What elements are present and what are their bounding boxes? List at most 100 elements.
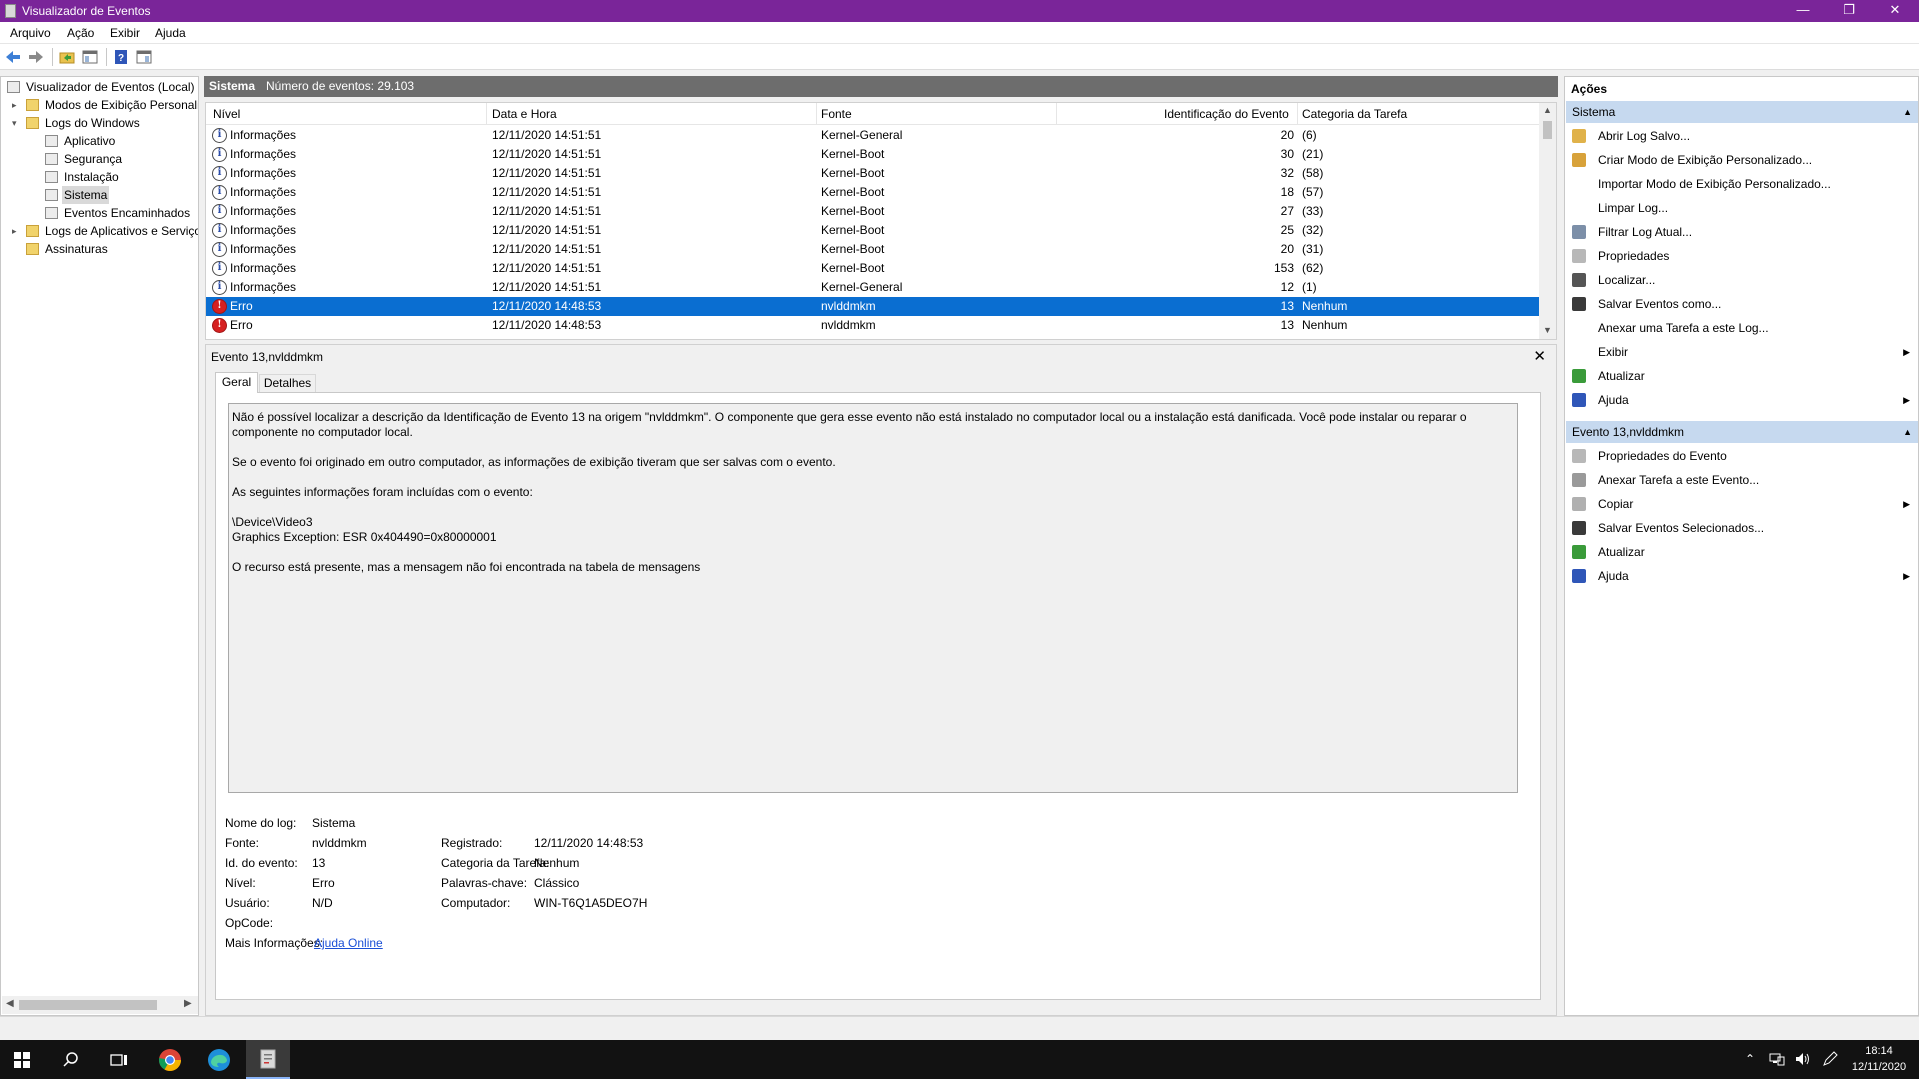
- show-hide-tree-icon[interactable]: [81, 48, 99, 66]
- event-row[interactable]: i Informações 12/11/2020 14:51:51 Kernel-Ge…: [206, 278, 1540, 297]
- event-row[interactable]: i Informações 12/11/2020 14:51:51 Kernel-Bo…: [206, 183, 1540, 202]
- actions-section-event[interactable]: Evento 13,nvlddmkm ▲: [1566, 421, 1918, 443]
- event-list-vertical-scrollbar[interactable]: ▲ ▼: [1539, 103, 1556, 339]
- collapse-arrow-icon[interactable]: ▾: [12, 114, 22, 132]
- action-item[interactable]: Importar Modo de Exibição Personalizado.…: [1566, 174, 1918, 194]
- event-description[interactable]: Não é possível localizar a descrição da …: [228, 403, 1518, 793]
- event-row[interactable]: ! Erro 12/11/2020 14:48:53 nvlddmkm 13 Nenhum: [206, 297, 1540, 316]
- help-icon[interactable]: ?: [112, 48, 130, 66]
- event-cell-source: Kernel-Boot: [821, 261, 885, 275]
- action-item[interactable]: Salvar Eventos Selecionados...: [1566, 518, 1918, 538]
- event-cell-category: (1): [1302, 280, 1317, 294]
- event-cell-datetime: 12/11/2020 14:51:51: [492, 223, 602, 237]
- action-item[interactable]: Copiar ▶: [1566, 494, 1918, 514]
- event-row[interactable]: i Informações 12/11/2020 14:51:51 Kernel-Bo…: [206, 145, 1540, 164]
- log-icon: [45, 153, 58, 165]
- column-divider[interactable]: [486, 103, 487, 125]
- toolbar-separator: [52, 48, 53, 66]
- action-item[interactable]: Propriedades: [1566, 246, 1918, 266]
- expand-arrow-icon[interactable]: ▸: [12, 222, 22, 240]
- edge-icon[interactable]: [207, 1048, 231, 1072]
- action-item[interactable]: Limpar Log...: [1566, 198, 1918, 218]
- tab-geral[interactable]: Geral: [215, 372, 258, 393]
- forward-arrow-icon[interactable]: [27, 48, 45, 66]
- event-row[interactable]: i Informações 12/11/2020 14:51:51 Kernel-Ge…: [206, 126, 1540, 145]
- minimize-button[interactable]: —: [1780, 0, 1826, 22]
- event-row[interactable]: i Informações 12/11/2020 14:51:51 Kernel-Bo…: [206, 221, 1540, 240]
- status-bar: [0, 1016, 1919, 1040]
- action-item[interactable]: Propriedades do Evento: [1566, 446, 1918, 466]
- event-cell-source: nvlddmkm: [821, 299, 876, 313]
- action-item[interactable]: Filtrar Log Atual...: [1566, 222, 1918, 242]
- scroll-right-icon[interactable]: ▶: [184, 998, 192, 1009]
- event-cell-event-id: 27: [1280, 204, 1294, 218]
- action-item[interactable]: Abrir Log Salvo...: [1566, 126, 1918, 146]
- information-icon: i: [212, 280, 227, 295]
- scroll-up-icon[interactable]: ▲: [1543, 105, 1552, 115]
- action-item[interactable]: Ajuda ▶: [1566, 390, 1918, 410]
- menu-exibir[interactable]: Exibir: [110, 26, 140, 40]
- action-item[interactable]: Exibir ▶: [1566, 342, 1918, 362]
- action-item[interactable]: Anexar Tarefa a este Evento...: [1566, 470, 1918, 490]
- scrollbar-thumb[interactable]: [1543, 121, 1552, 139]
- close-icon[interactable]: ✕: [1533, 347, 1546, 365]
- close-button[interactable]: ✕: [1872, 0, 1918, 22]
- column-header-fonte[interactable]: Fonte: [821, 107, 852, 121]
- menu-arquivo[interactable]: Arquivo: [10, 26, 51, 40]
- action-item[interactable]: Atualizar: [1566, 366, 1918, 386]
- open-folder-icon[interactable]: [58, 48, 76, 66]
- action-item[interactable]: Atualizar: [1566, 542, 1918, 562]
- action-label: Propriedades: [1598, 249, 1670, 263]
- tree-horizontal-scrollbar[interactable]: ◀ ▶: [2, 996, 198, 1014]
- menu-ajuda[interactable]: Ajuda: [155, 26, 186, 40]
- event-viewer-taskbar-button[interactable]: [246, 1040, 290, 1079]
- clock-time[interactable]: 18:14: [1851, 1045, 1907, 1057]
- column-header-event-id[interactable]: Identificação do Evento: [1164, 107, 1289, 121]
- event-row[interactable]: i Informações 12/11/2020 14:51:51 Kernel-Bo…: [206, 240, 1540, 259]
- column-divider[interactable]: [1056, 103, 1057, 125]
- event-row[interactable]: i Informações 12/11/2020 14:51:51 Kernel-Bo…: [206, 202, 1540, 221]
- event-cell-event-id: 20: [1280, 128, 1294, 142]
- back-arrow-icon[interactable]: [4, 48, 22, 66]
- scroll-down-icon[interactable]: ▼: [1543, 325, 1552, 335]
- action-item[interactable]: Localizar...: [1566, 270, 1918, 290]
- menu-acao[interactable]: Ação: [67, 26, 94, 40]
- collapse-icon[interactable]: ▲: [1903, 101, 1912, 123]
- task-view-icon[interactable]: [110, 1052, 128, 1068]
- column-header-categoria[interactable]: Categoria da Tarefa: [1302, 107, 1407, 121]
- event-cell-category: (62): [1302, 261, 1324, 275]
- column-divider[interactable]: [1297, 103, 1298, 125]
- tab-detalhes[interactable]: Detalhes: [259, 374, 316, 393]
- expand-arrow-icon[interactable]: ▸: [12, 96, 22, 114]
- chrome-icon[interactable]: [158, 1048, 182, 1072]
- event-cell-source: Kernel-General: [821, 280, 903, 294]
- action-item[interactable]: Anexar uma Tarefa a este Log...: [1566, 318, 1918, 338]
- volume-icon[interactable]: [1795, 1052, 1811, 1066]
- collapse-icon[interactable]: ▲: [1903, 421, 1912, 443]
- clock-date[interactable]: 12/11/2020: [1851, 1061, 1907, 1073]
- action-item[interactable]: Salvar Eventos como...: [1566, 294, 1918, 314]
- action-item[interactable]: Criar Modo de Exibição Personalizado...: [1566, 150, 1918, 170]
- event-row[interactable]: i Informações 12/11/2020 14:51:51 Kernel-Bo…: [206, 259, 1540, 278]
- action-item[interactable]: Ajuda ▶: [1566, 566, 1918, 586]
- column-header-data-hora[interactable]: Data e Hora: [492, 107, 557, 121]
- restore-button[interactable]: ❐: [1826, 0, 1872, 22]
- search-icon[interactable]: [62, 1051, 79, 1068]
- tray-overflow-chevron-icon[interactable]: ⌃: [1745, 1052, 1755, 1066]
- event-cell-datetime: 12/11/2020 14:51:51: [492, 185, 602, 199]
- windows-start-icon[interactable]: [14, 1052, 30, 1068]
- pen-workspace-icon[interactable]: [1822, 1051, 1838, 1067]
- scroll-left-icon[interactable]: ◀: [6, 998, 14, 1009]
- show-hide-action-pane-icon[interactable]: [135, 48, 153, 66]
- event-row[interactable]: ! Erro 12/11/2020 14:48:53 nvlddmkm 13 Nenhum: [206, 316, 1540, 335]
- event-row[interactable]: i Informações 12/11/2020 14:51:51 Kernel-Bo…: [206, 164, 1540, 183]
- help-icon: [1572, 393, 1586, 407]
- event-cell-level: Informações: [230, 223, 297, 237]
- scrollbar-thumb[interactable]: [19, 1000, 157, 1010]
- column-header-nivel[interactable]: Nível: [213, 107, 240, 121]
- column-divider[interactable]: [816, 103, 817, 125]
- online-help-link[interactable]: Ajuda Online: [314, 936, 383, 950]
- network-icon[interactable]: [1769, 1052, 1785, 1066]
- actions-section-sistema[interactable]: Sistema ▲: [1566, 101, 1918, 123]
- event-cell-event-id: 32: [1280, 166, 1294, 180]
